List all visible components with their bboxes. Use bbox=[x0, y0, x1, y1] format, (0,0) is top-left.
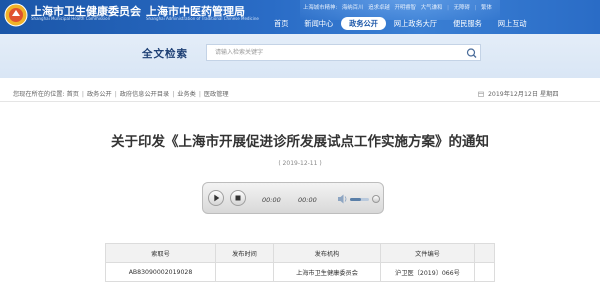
search-icon bbox=[466, 48, 477, 58]
current-date: 2019年12月12日 星期四 bbox=[478, 89, 559, 98]
cell-extra bbox=[474, 262, 495, 282]
cell-publisher: 上海市卫生健康委员会 bbox=[273, 262, 381, 282]
current-date-text: 2019年12月12日 星期四 bbox=[487, 91, 559, 98]
stop-icon bbox=[235, 195, 241, 201]
divider: | bbox=[447, 5, 449, 11]
city-spirit-1: 海纳百川 bbox=[341, 5, 364, 11]
document-info-table: 索取号 发布时间 发布机构 文件编号 AB83090002019028 上海市卫… bbox=[105, 243, 495, 282]
main-nav: 首页 新闻中心 政务公开 网上政务大厅 便民服务 网上互动 bbox=[266, 16, 535, 31]
current-time: 00:00 bbox=[262, 196, 281, 204]
top-links: 上海城市精神: 海纳百川 追求卓越 开明睿智 大气谦和 | 无障碍 | 繁体 bbox=[303, 3, 495, 11]
site-header: 上海市卫生健康委员会 Shanghai Municipal Health Com… bbox=[0, 0, 600, 34]
nav-news[interactable]: 新闻中心 bbox=[296, 17, 341, 30]
nav-services[interactable]: 便民服务 bbox=[445, 17, 490, 30]
search-title: 全文检索 bbox=[142, 48, 188, 60]
search-button[interactable] bbox=[463, 44, 481, 61]
header-publish-time: 发布时间 bbox=[215, 243, 274, 263]
search-band: 全文检索 bbox=[0, 34, 600, 78]
search-box bbox=[206, 44, 466, 61]
breadcrumb-separator: | bbox=[172, 91, 175, 98]
breadcrumb-separator: | bbox=[114, 91, 117, 98]
search-input[interactable] bbox=[215, 45, 445, 60]
article-title: 关于印发《上海市开展促进诊所发展试点工作实施方案》的通知 bbox=[111, 134, 489, 150]
nav-home[interactable]: 首页 bbox=[266, 17, 296, 30]
play-button[interactable] bbox=[208, 190, 224, 206]
audio-player: 00:00 00:00 bbox=[202, 182, 384, 214]
cell-index-number: AB83090002019028 bbox=[105, 262, 216, 282]
table-row: AB83090002019028 上海市卫生健康委员会 沪卫医〔2019〕066… bbox=[105, 262, 495, 282]
header-extra bbox=[474, 243, 495, 263]
city-spirit-4: 大气谦和 bbox=[420, 5, 443, 11]
nav-online-hall[interactable]: 网上政务大厅 bbox=[386, 17, 445, 30]
breadcrumb-bar: 您现在所在的位置: 首页 | 政务公开 | 政府信息公开目录 | 业务类 | 医… bbox=[0, 85, 600, 102]
nav-interaction[interactable]: 网上互动 bbox=[490, 17, 535, 30]
table-header-row: 索取号 发布时间 发布机构 文件编号 bbox=[105, 243, 495, 263]
breadcrumb-business[interactable]: 业务类 bbox=[177, 91, 196, 98]
breadcrumb-separator: | bbox=[198, 91, 201, 98]
city-spirit-3: 开明睿智 bbox=[394, 5, 417, 11]
breadcrumb-medical-admin[interactable]: 医政管理 bbox=[204, 91, 229, 98]
accessibility-link[interactable]: 无障碍 bbox=[454, 5, 470, 11]
cell-publish-time bbox=[215, 262, 274, 282]
city-spirit-2: 追求卓越 bbox=[368, 5, 390, 11]
header-document-number: 文件编号 bbox=[380, 243, 475, 263]
volume-max-button[interactable] bbox=[372, 195, 380, 203]
cell-document-number: 沪卫医〔2019〕066号 bbox=[380, 262, 475, 282]
breadcrumb-home[interactable]: 首页 bbox=[67, 91, 79, 98]
city-spirit-label: 上海城市精神: bbox=[303, 5, 338, 11]
total-time: 00:00 bbox=[298, 196, 317, 204]
site-logo-icon[interactable] bbox=[4, 3, 28, 27]
site-name-secondary-en: Shanghai Administration of Traditional C… bbox=[146, 16, 259, 21]
header-publisher: 发布机构 bbox=[273, 243, 381, 263]
nav-government-affairs[interactable]: 政务公开 bbox=[341, 17, 386, 30]
volume-icon[interactable] bbox=[337, 193, 348, 205]
play-icon bbox=[214, 194, 220, 202]
article-date: ( 2019-12-11 ) bbox=[278, 160, 322, 167]
breadcrumb: 您现在所在的位置: 首页 | 政务公开 | 政府信息公开目录 | 业务类 | 医… bbox=[13, 89, 229, 98]
breadcrumb-separator: | bbox=[81, 91, 84, 98]
traditional-chinese-link[interactable]: 繁体 bbox=[481, 5, 492, 11]
breadcrumb-info-catalog[interactable]: 政府信息公开目录 bbox=[120, 91, 170, 98]
volume-fill bbox=[350, 198, 362, 201]
header-index-number: 索取号 bbox=[105, 243, 216, 263]
breadcrumb-prefix: 您现在所在的位置: bbox=[13, 91, 65, 98]
divider: | bbox=[474, 5, 477, 11]
site-name-en: Shanghai Municipal Health Commission bbox=[31, 16, 111, 21]
volume-slider[interactable] bbox=[350, 198, 369, 201]
breadcrumb-government-affairs[interactable]: 政务公开 bbox=[87, 91, 112, 98]
stop-button[interactable] bbox=[230, 190, 246, 206]
calendar-icon bbox=[478, 91, 484, 97]
